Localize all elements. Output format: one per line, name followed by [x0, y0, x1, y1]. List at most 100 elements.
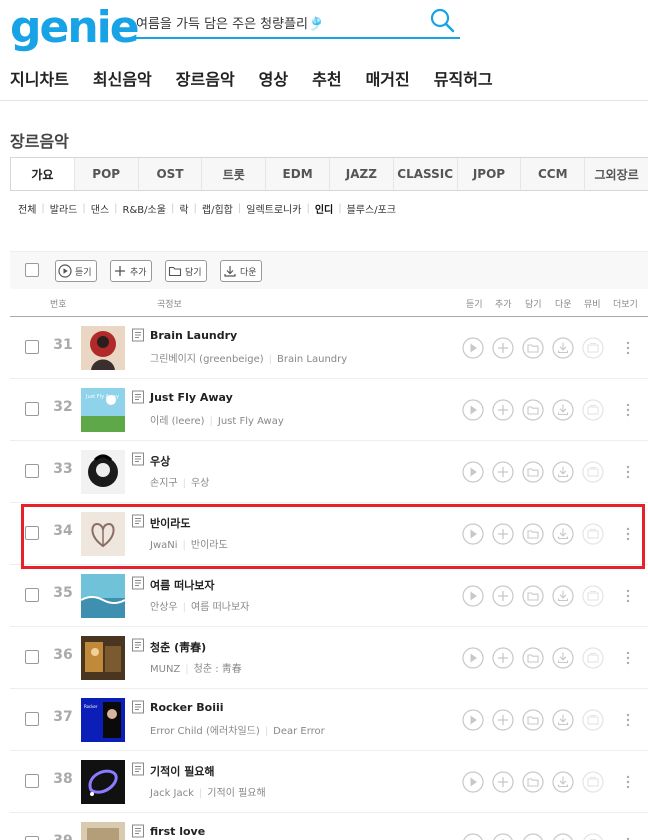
subgenre-electronica[interactable]: 일렉트로니카 [246, 201, 301, 216]
download-button[interactable] [552, 771, 574, 793]
artist-name[interactable]: 손지구 [150, 478, 178, 489]
album-art[interactable] [81, 326, 125, 370]
save-button[interactable] [522, 647, 544, 669]
more-icon[interactable] [623, 401, 633, 419]
album-name[interactable]: Just Fly Away [218, 416, 284, 427]
nav-genre[interactable]: 장르음악 [176, 66, 235, 90]
row-checkbox[interactable] [25, 464, 39, 478]
download-selected-button[interactable]: 다운 [220, 260, 262, 282]
subgenre-ballad[interactable]: 발라드 [50, 201, 78, 216]
save-button[interactable] [522, 461, 544, 483]
add-button[interactable] [492, 461, 514, 483]
nav-video[interactable]: 영상 [259, 66, 288, 90]
row-checkbox[interactable] [25, 836, 39, 840]
nav-chart[interactable]: 지니차트 [10, 66, 69, 90]
add-button[interactable] [492, 709, 514, 731]
artist-name[interactable]: 안상우 [150, 602, 178, 613]
download-button[interactable] [552, 833, 574, 840]
genre-tab-edm[interactable]: EDM [265, 158, 329, 190]
video-button[interactable] [582, 337, 604, 359]
add-button[interactable] [492, 585, 514, 607]
row-checkbox[interactable] [25, 650, 39, 664]
play-button[interactable] [462, 461, 484, 483]
genre-tab-etc[interactable]: 그외장르 [584, 158, 648, 190]
subgenre-indie[interactable]: 인디 [315, 201, 333, 216]
video-button[interactable] [582, 771, 604, 793]
song-title[interactable]: 우상 [150, 453, 170, 469]
save-selected-button[interactable]: 담기 [165, 260, 207, 282]
download-button[interactable] [552, 461, 574, 483]
genre-tab-trot[interactable]: 트롯 [201, 158, 266, 190]
lyrics-icon[interactable] [131, 638, 145, 652]
lyrics-icon[interactable] [131, 390, 145, 404]
nav-magazine[interactable]: 매거진 [366, 66, 410, 90]
subgenre-rnb[interactable]: R&B/소울 [123, 201, 166, 216]
video-button[interactable] [582, 585, 604, 607]
album-name[interactable]: Brain Laundry [277, 354, 347, 365]
add-selected-button[interactable]: 추가 [110, 260, 152, 282]
add-button[interactable] [492, 647, 514, 669]
album-art[interactable] [81, 450, 125, 494]
album-art[interactable]: Rocker [81, 698, 125, 742]
search-icon[interactable] [428, 7, 456, 35]
album-art[interactable] [81, 636, 125, 680]
album-name[interactable]: 여름 떠나보자 [191, 602, 249, 613]
play-button[interactable] [462, 647, 484, 669]
more-icon[interactable] [623, 711, 633, 729]
lyrics-icon[interactable] [131, 576, 145, 590]
video-button[interactable] [582, 399, 604, 421]
artist-name[interactable]: 이레 (leere) [150, 416, 205, 427]
play-button[interactable] [462, 337, 484, 359]
video-button[interactable] [582, 833, 604, 840]
subgenre-hiphop[interactable]: 랩/힙합 [202, 201, 233, 216]
song-title[interactable]: 여름 떠나보자 [150, 577, 215, 593]
play-button[interactable] [462, 399, 484, 421]
song-title[interactable]: Brain Laundry [150, 329, 237, 342]
add-button[interactable] [492, 337, 514, 359]
subgenre-all[interactable]: 전체 [18, 201, 36, 216]
select-all-checkbox[interactable] [25, 263, 39, 277]
subgenre-blues-folk[interactable]: 블루스/포크 [347, 201, 396, 216]
download-button[interactable] [552, 709, 574, 731]
genre-tab-kpop[interactable]: 가요 [10, 158, 74, 190]
download-button[interactable] [552, 337, 574, 359]
lyrics-icon[interactable] [131, 824, 145, 838]
listen-selected-button[interactable]: 듣기 [55, 260, 97, 282]
row-checkbox[interactable] [25, 402, 39, 416]
row-checkbox[interactable] [25, 588, 39, 602]
play-button[interactable] [462, 771, 484, 793]
album-art[interactable] [81, 760, 125, 804]
genie-logo[interactable]: genie [10, 2, 140, 53]
artist-name[interactable]: 그린베이지 (greenbeige) [150, 354, 264, 365]
song-title[interactable]: Rocker Boiii [150, 701, 224, 714]
more-icon[interactable] [623, 463, 633, 481]
download-button[interactable] [552, 585, 574, 607]
more-icon[interactable] [623, 339, 633, 357]
subgenre-dance[interactable]: 댄스 [91, 201, 109, 216]
song-title[interactable]: first love [150, 825, 205, 838]
nav-recommend[interactable]: 추천 [312, 66, 341, 90]
genre-tab-pop[interactable]: POP [73, 158, 138, 190]
lyrics-icon[interactable] [131, 762, 145, 776]
save-button[interactable] [522, 709, 544, 731]
album-name[interactable]: Dear Error [273, 726, 325, 737]
album-name[interactable]: 청춘 : 靑春 [194, 664, 242, 675]
add-button[interactable] [492, 771, 514, 793]
row-checkbox[interactable] [25, 774, 39, 788]
more-icon[interactable] [623, 649, 633, 667]
artist-name[interactable]: MUNZ [150, 664, 180, 675]
song-title[interactable]: Just Fly Away [150, 391, 233, 404]
add-button[interactable] [492, 833, 514, 840]
row-checkbox[interactable] [25, 340, 39, 354]
artist-name[interactable]: Error Child (에러차일드) [150, 726, 260, 737]
genre-tab-jpop[interactable]: JPOP [456, 158, 521, 190]
genre-tab-jazz[interactable]: JAZZ [328, 158, 393, 190]
more-icon[interactable] [623, 835, 633, 840]
album-name[interactable]: 기적이 필요해 [207, 788, 265, 799]
play-button[interactable] [462, 833, 484, 840]
download-button[interactable] [552, 399, 574, 421]
album-art[interactable] [80, 574, 126, 618]
album-name[interactable]: 우상 [191, 478, 209, 489]
song-title[interactable]: 청춘 (靑春) [150, 639, 206, 655]
download-button[interactable] [552, 647, 574, 669]
